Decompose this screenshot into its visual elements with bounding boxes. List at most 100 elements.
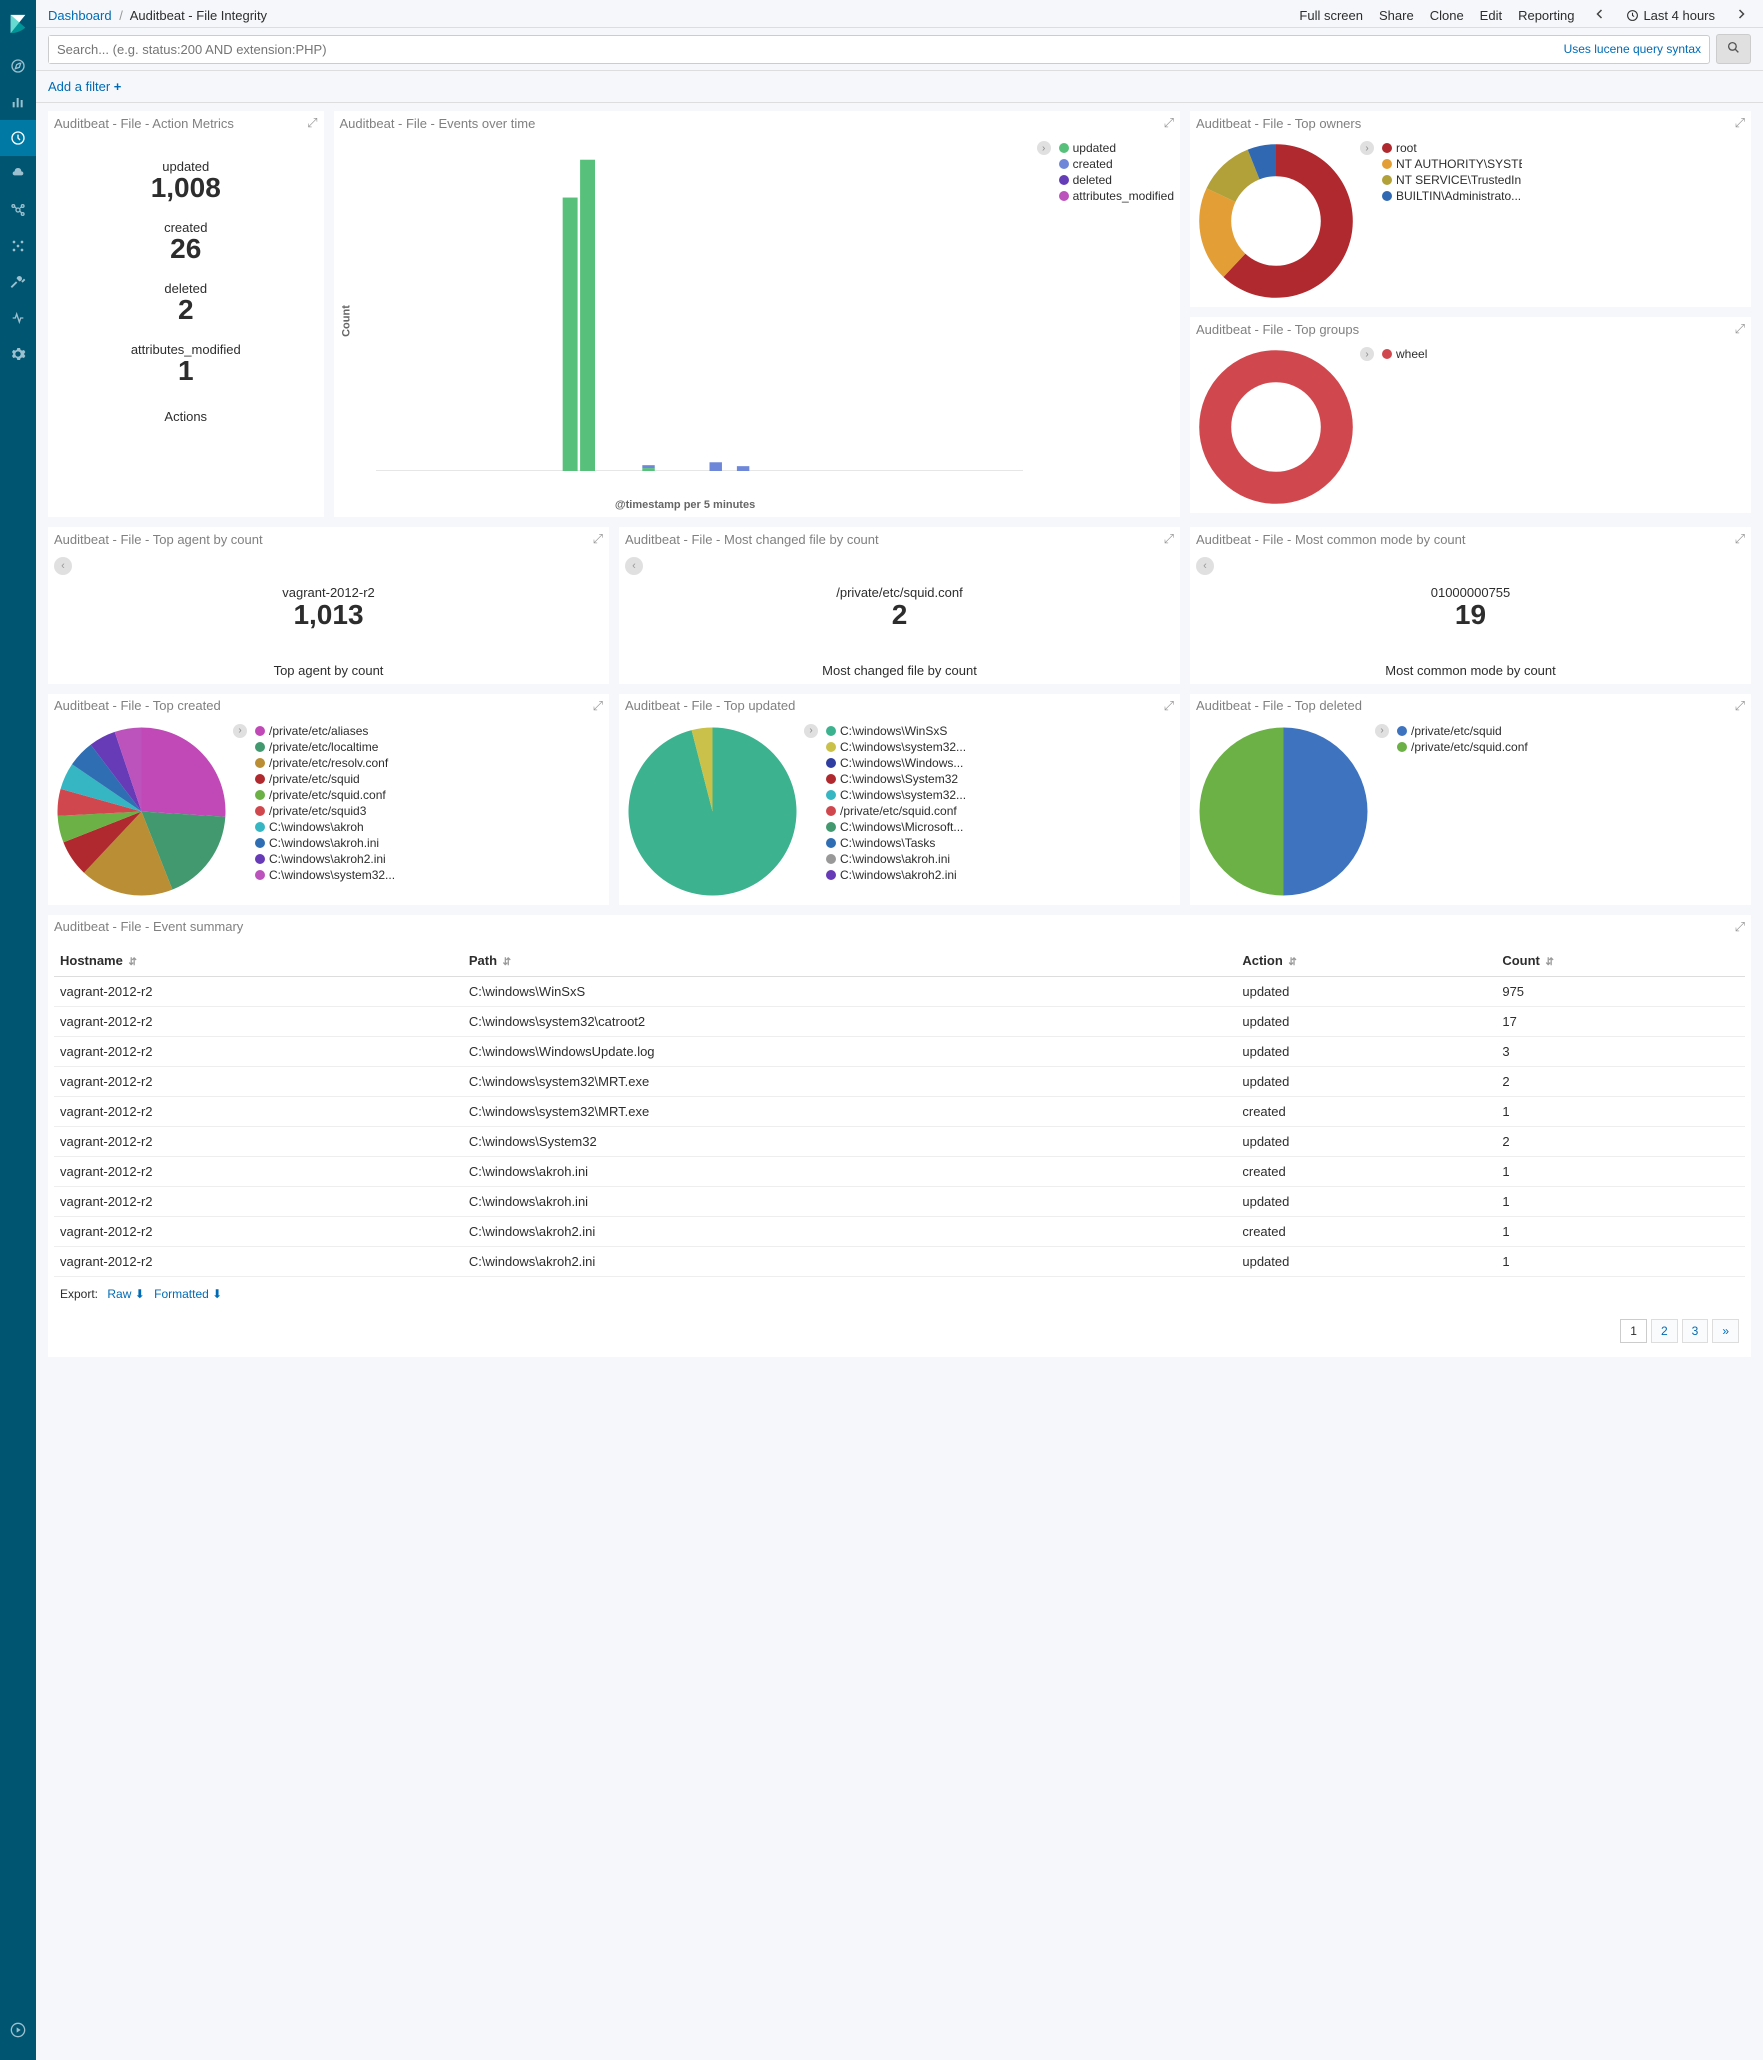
nav-apm-icon[interactable] [0,192,36,228]
nav-management-icon[interactable] [0,336,36,372]
legend-item[interactable]: NT AUTHORITY\SYSTE... [1382,157,1522,171]
legend-item[interactable]: C:\windows\WinSxS [826,724,966,738]
legend-item[interactable]: /private/etc/aliases [255,724,395,738]
legend-item[interactable]: C:\windows\system32... [255,868,395,882]
legend-item[interactable]: NT SERVICE\TrustedIn... [1382,173,1522,187]
legend-item[interactable]: /private/etc/localtime [255,740,395,754]
legend-toggle-icon[interactable]: › [804,724,818,738]
panel-event-summary: Auditbeat - File - Event summary⤢ Hostna… [48,915,1751,1357]
legend-toggle-icon[interactable]: › [1037,141,1051,155]
legend-item[interactable]: updated [1059,141,1174,155]
legend-item[interactable]: C:\windows\System32 [826,772,966,786]
legend-toggle-icon[interactable]: › [1360,347,1374,361]
expand-icon[interactable]: ⤢ [1164,531,1174,547]
legend-item[interactable]: C:\windows\akroh2.ini [826,868,966,882]
nav-graph-icon[interactable] [0,228,36,264]
nav-visualize-icon[interactable] [0,84,36,120]
scroll-left-icon[interactable]: ‹ [1196,557,1214,575]
legend-item[interactable]: attributes_modified [1059,189,1174,203]
legend-toggle-icon[interactable]: › [1360,141,1374,155]
expand-icon[interactable]: ⤢ [1735,531,1745,547]
filter-row: Add a filter + [36,71,1763,103]
metric-value: 1,013 [54,600,603,631]
expand-icon[interactable]: ⤢ [1735,698,1745,714]
legend-item[interactable]: C:\windows\akroh [255,820,395,834]
expand-icon[interactable]: ⤢ [1735,919,1745,935]
expand-icon[interactable]: ⤢ [593,531,603,547]
action-clone[interactable]: Clone [1430,8,1464,23]
legend-item[interactable]: deleted [1059,173,1174,187]
legend-item[interactable]: wheel [1382,347,1427,361]
column-header[interactable]: Hostname ⇵ [54,945,463,977]
legend-item[interactable]: /private/etc/resolv.conf [255,756,395,770]
breadcrumb-root[interactable]: Dashboard [48,8,112,23]
pager-button[interactable]: 3 [1682,1319,1709,1343]
legend-item[interactable]: created [1059,157,1174,171]
legend-item[interactable]: /private/etc/squid.conf [826,804,966,818]
legend-item[interactable]: C:\windows\akroh.ini [826,852,966,866]
legend-item[interactable]: C:\windows\akroh.ini [255,836,395,850]
scroll-left-icon[interactable]: ‹ [54,557,72,575]
pie-top-updated [625,724,800,899]
expand-icon[interactable]: ⤢ [593,698,603,714]
nav-devtools-icon[interactable] [0,264,36,300]
time-prev-icon[interactable] [1590,8,1610,23]
action-reporting[interactable]: Reporting [1518,8,1574,23]
legend-item[interactable]: C:\windows\Microsoft... [826,820,966,834]
export-raw-link[interactable]: Raw ⬇ [107,1287,144,1301]
panel-title: Auditbeat - File - Top updated [625,698,795,713]
nav-monitoring-icon[interactable] [0,300,36,336]
timepicker[interactable]: Last 4 hours [1626,8,1715,23]
pie-top-deleted [1196,724,1371,899]
expand-icon[interactable]: ⤢ [1164,115,1174,131]
pager-button[interactable]: 1 [1620,1319,1647,1343]
expand-icon[interactable]: ⤢ [1164,698,1174,714]
time-next-icon[interactable] [1731,8,1751,23]
legend-item[interactable]: /private/etc/squid.conf [255,788,395,802]
column-header[interactable]: Path ⇵ [463,945,1237,977]
expand-icon[interactable]: ⤢ [1735,115,1745,131]
scroll-left-icon[interactable]: ‹ [625,557,643,575]
legend-item[interactable]: C:\windows\Windows... [826,756,966,770]
legend-item[interactable]: /private/etc/squid [255,772,395,786]
kibana-logo[interactable] [0,0,36,48]
panel-title: Auditbeat - File - Action Metrics [54,116,234,131]
pager-button[interactable]: 2 [1651,1319,1678,1343]
column-header[interactable]: Count ⇵ [1496,945,1745,977]
action-share[interactable]: Share [1379,8,1414,23]
expand-icon[interactable]: ⤢ [1735,321,1745,337]
metric-value: 1 [54,357,318,385]
export-formatted-link[interactable]: Formatted ⬇ [154,1287,222,1301]
nav-discover-icon[interactable] [0,48,36,84]
legend-item[interactable]: BUILTIN\Administrato... [1382,189,1522,203]
action-edit[interactable]: Edit [1480,8,1502,23]
legend-item[interactable]: C:\windows\Tasks [826,836,966,850]
topbar: Dashboard / Auditbeat - File Integrity F… [36,0,1763,28]
add-filter-button[interactable]: Add a filter + [48,79,121,94]
panel-top-agent: Auditbeat - File - Top agent by count⤢ ‹… [48,527,609,684]
search-hint[interactable]: Uses lucene query syntax [1564,42,1709,56]
legend-item[interactable]: /private/etc/squid [1397,724,1528,738]
legend-item[interactable]: /private/etc/squid.conf [1397,740,1528,754]
breadcrumb-current: Auditbeat - File Integrity [130,8,267,23]
pie-top-created [54,724,229,899]
action-fullscreen[interactable]: Full screen [1299,8,1363,23]
legend-item[interactable]: /private/etc/squid3 [255,804,395,818]
nav-dashboard-icon[interactable] [0,120,36,156]
column-header[interactable]: Action ⇵ [1236,945,1496,977]
pager-button[interactable]: » [1712,1319,1739,1343]
legend-item[interactable]: C:\windows\system32... [826,740,966,754]
legend-item[interactable]: root [1382,141,1522,155]
panel-title: Auditbeat - File - Top owners [1196,116,1361,131]
search-button[interactable] [1716,34,1751,64]
legend-toggle-icon[interactable]: › [233,724,247,738]
sidebar-collapse-icon[interactable] [0,2012,36,2048]
panel-title: Auditbeat - File - Top groups [1196,322,1359,337]
legend-item[interactable]: C:\windows\akroh2.ini [255,852,395,866]
legend-item[interactable]: C:\windows\system32... [826,788,966,802]
expand-icon[interactable]: ⤢ [307,115,317,131]
nav-timelion-icon[interactable] [0,156,36,192]
panel-top-created: Auditbeat - File - Top created⤢ › /priva… [48,694,609,905]
legend-toggle-icon[interactable]: › [1375,724,1389,738]
search-input[interactable] [49,36,1564,63]
